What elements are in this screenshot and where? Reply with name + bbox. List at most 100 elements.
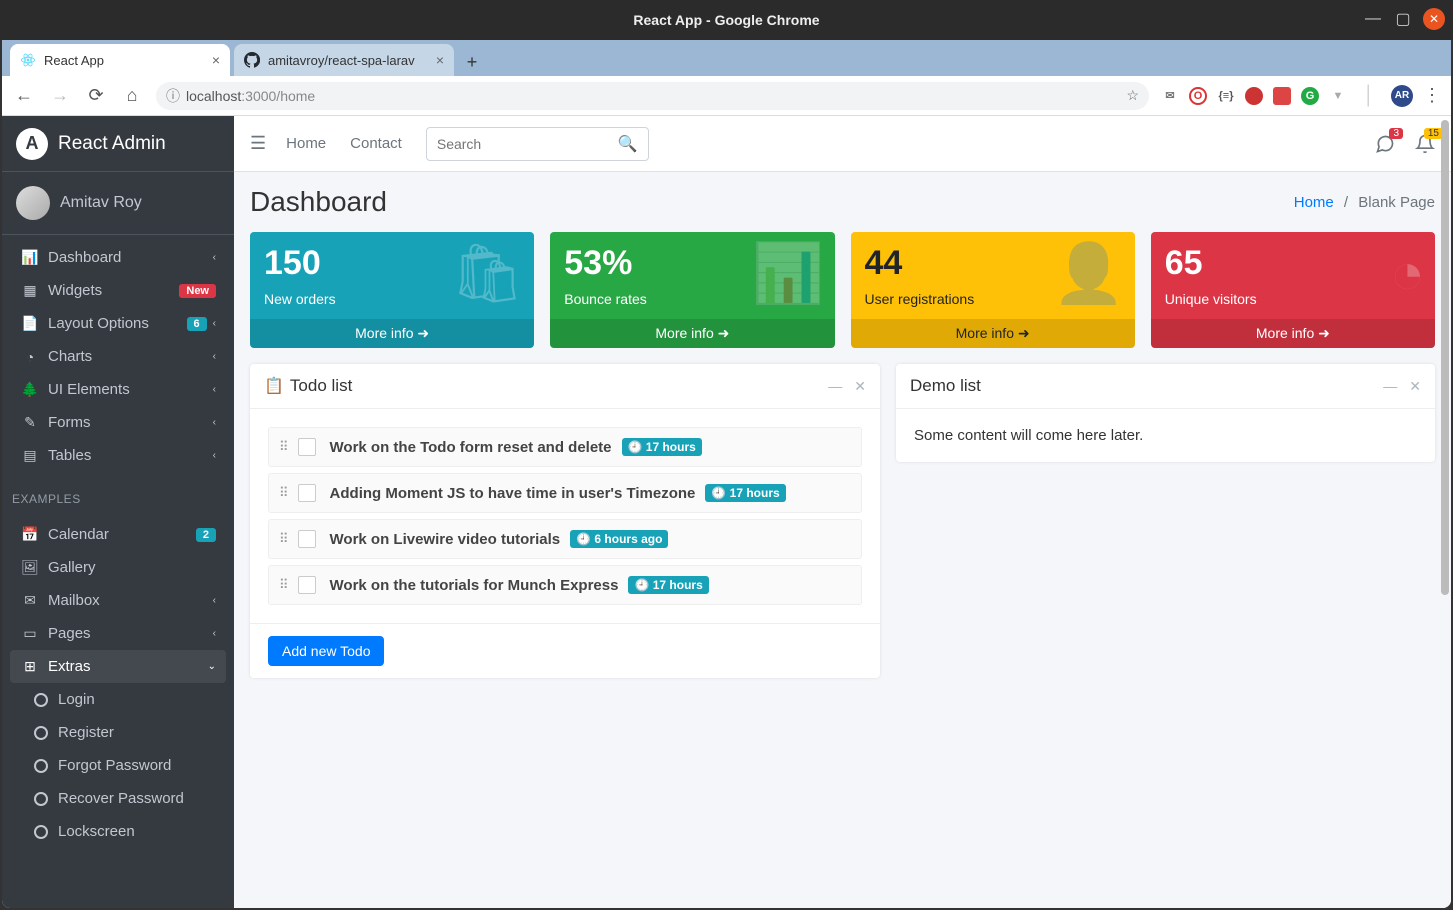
sidebar-item-lockscreen[interactable]: Lockscreen	[10, 815, 226, 848]
home-button[interactable]: ⌂	[120, 84, 144, 108]
brand-link[interactable]: A React Admin	[2, 116, 234, 172]
browser-tab-inactive[interactable]: amitavroy/react-spa-larav ×	[234, 44, 454, 76]
forms-icon: ✎	[20, 414, 40, 431]
main-scrollbar[interactable]	[1441, 120, 1449, 595]
sidebar-item-extras[interactable]: ⊞Extras⌄	[10, 650, 226, 683]
drag-handle-icon[interactable]: ⠿	[279, 577, 288, 593]
menu-toggle-button[interactable]: ☰	[250, 133, 266, 154]
extension-icon[interactable]	[1245, 87, 1263, 105]
collapse-card-icon[interactable]: —	[1383, 378, 1397, 395]
tab-label: amitavroy/react-spa-larav	[268, 53, 415, 68]
ui-icon: 🌲	[20, 381, 40, 398]
reload-button[interactable]: ⟳	[84, 84, 108, 108]
notifications-button[interactable]: 15	[1415, 134, 1435, 154]
address-bar[interactable]: ⓘ localhost:3000/home ☆	[156, 82, 1149, 110]
breadcrumb-current: Blank Page	[1358, 194, 1435, 211]
extension-icon[interactable]: ✉	[1161, 87, 1179, 105]
os-minimize-button[interactable]: —	[1363, 9, 1383, 29]
drag-handle-icon[interactable]: ⠿	[279, 531, 288, 547]
profile-avatar-button[interactable]: AR	[1391, 85, 1413, 107]
nav-link-contact[interactable]: Contact	[350, 135, 402, 152]
forward-button[interactable]: →	[48, 84, 72, 108]
close-card-icon[interactable]: ✕	[854, 378, 866, 395]
sidebar-item-layout[interactable]: 📄Layout Options6‹	[10, 307, 226, 340]
sidebar-item-forms[interactable]: ✎Forms‹	[10, 406, 226, 439]
add-todo-button[interactable]: Add new Todo	[268, 636, 384, 666]
shopping-bag-icon: 🛍	[451, 240, 525, 308]
card-body: Some content will come here later.	[896, 409, 1435, 462]
extension-icon[interactable]: O	[1189, 87, 1207, 105]
sidebar-item-login[interactable]: Login	[10, 683, 226, 716]
todo-checkbox[interactable]	[298, 530, 316, 548]
circle-icon	[34, 825, 48, 839]
circle-icon	[34, 726, 48, 740]
sidebar-item-gallery[interactable]: 🖼Gallery	[10, 551, 226, 584]
chevron-left-icon: ‹	[213, 252, 216, 263]
more-info-link[interactable]: More info ➜	[550, 319, 834, 348]
chevron-left-icon: ‹	[213, 318, 216, 329]
sidebar-item-recover-password[interactable]: Recover Password	[10, 782, 226, 815]
search-icon[interactable]: 🔍	[618, 134, 638, 154]
back-button[interactable]: ←	[12, 84, 36, 108]
search-box[interactable]: 🔍	[426, 127, 649, 161]
todo-checkbox[interactable]	[298, 576, 316, 594]
pie-chart-icon: ◔	[1390, 240, 1425, 307]
charts-icon: ◔	[20, 349, 40, 365]
layout-icon: 📄	[20, 315, 40, 332]
user-panel[interactable]: Amitav Roy	[2, 172, 234, 235]
sidebar-item-widgets[interactable]: ▦WidgetsNew	[10, 274, 226, 307]
chevron-left-icon: ‹	[213, 351, 216, 362]
os-close-button[interactable]: ✕	[1423, 8, 1445, 30]
messages-button[interactable]: 3	[1375, 134, 1395, 154]
breadcrumb-home-link[interactable]: Home	[1294, 194, 1334, 211]
extension-icon[interactable]: ▼	[1329, 87, 1347, 105]
extension-icon[interactable]: G	[1301, 87, 1319, 105]
sidebar-item-forgot-password[interactable]: Forgot Password	[10, 749, 226, 782]
todo-checkbox[interactable]	[298, 438, 316, 456]
sidebar-item-charts[interactable]: ◔Charts‹	[10, 340, 226, 373]
time-badge: 🕘 17 hours	[622, 438, 702, 456]
new-tab-button[interactable]: +	[458, 48, 486, 76]
sidebar-item-ui[interactable]: 🌲UI Elements‹	[10, 373, 226, 406]
more-info-link[interactable]: More info ➜	[851, 319, 1135, 348]
site-info-icon[interactable]: ⓘ	[166, 86, 180, 106]
circle-icon	[34, 792, 48, 806]
calendar-icon: 📅	[20, 526, 40, 543]
todo-item: ⠿ Work on the Todo form reset and delete…	[268, 427, 862, 467]
more-info-link[interactable]: More info ➜	[1151, 319, 1435, 348]
extension-icon[interactable]: {≡}	[1217, 87, 1235, 105]
sidebar-item-mailbox[interactable]: ✉Mailbox‹	[10, 584, 226, 617]
search-input[interactable]	[437, 136, 618, 152]
circle-icon	[34, 693, 48, 707]
card-title: Demo list	[910, 376, 981, 396]
content-header: Dashboard Home / Blank Page	[234, 172, 1451, 232]
close-tab-icon[interactable]: ×	[436, 52, 444, 68]
close-tab-icon[interactable]: ×	[212, 52, 220, 68]
browser-chrome: React App × amitavroy/react-spa-larav × …	[0, 40, 1453, 910]
drag-handle-icon[interactable]: ⠿	[279, 439, 288, 455]
browser-toolbar: ← → ⟳ ⌂ ⓘ localhost:3000/home ☆ ✉ O {≡} …	[2, 76, 1451, 116]
browser-menu-button[interactable]: ⋮	[1423, 85, 1441, 106]
todo-item: ⠿ Work on Livewire video tutorials 🕘 6 h…	[268, 519, 862, 559]
collapse-card-icon[interactable]: —	[828, 378, 842, 395]
stat-box-bounce: 53% Bounce rates 📊 More info ➜	[550, 232, 834, 348]
more-info-link[interactable]: More info ➜	[250, 319, 534, 348]
stat-box-registrations: 44 User registrations 👤 More info ➜	[851, 232, 1135, 348]
badge-count: 2	[196, 528, 216, 542]
os-maximize-button[interactable]: ▢	[1393, 9, 1413, 29]
card-title: Todo list	[290, 376, 352, 396]
browser-tab-active[interactable]: React App ×	[10, 44, 230, 76]
drag-handle-icon[interactable]: ⠿	[279, 485, 288, 501]
sidebar-item-tables[interactable]: ▤Tables‹	[10, 439, 226, 472]
sidebar-item-calendar[interactable]: 📅Calendar2	[10, 518, 226, 551]
page-title: Dashboard	[250, 186, 387, 218]
sidebar-item-dashboard[interactable]: 📊Dashboard‹	[10, 241, 226, 274]
sidebar-item-register[interactable]: Register	[10, 716, 226, 749]
cards-row: 📋 Todo list — ✕ ⠿ Work on the Todo	[234, 348, 1451, 694]
sidebar-item-pages[interactable]: ▭Pages‹	[10, 617, 226, 650]
nav-link-home[interactable]: Home	[286, 135, 326, 152]
bookmark-star-icon[interactable]: ☆	[1126, 87, 1139, 104]
extension-icon[interactable]	[1273, 87, 1291, 105]
close-card-icon[interactable]: ✕	[1409, 378, 1421, 395]
todo-checkbox[interactable]	[298, 484, 316, 502]
